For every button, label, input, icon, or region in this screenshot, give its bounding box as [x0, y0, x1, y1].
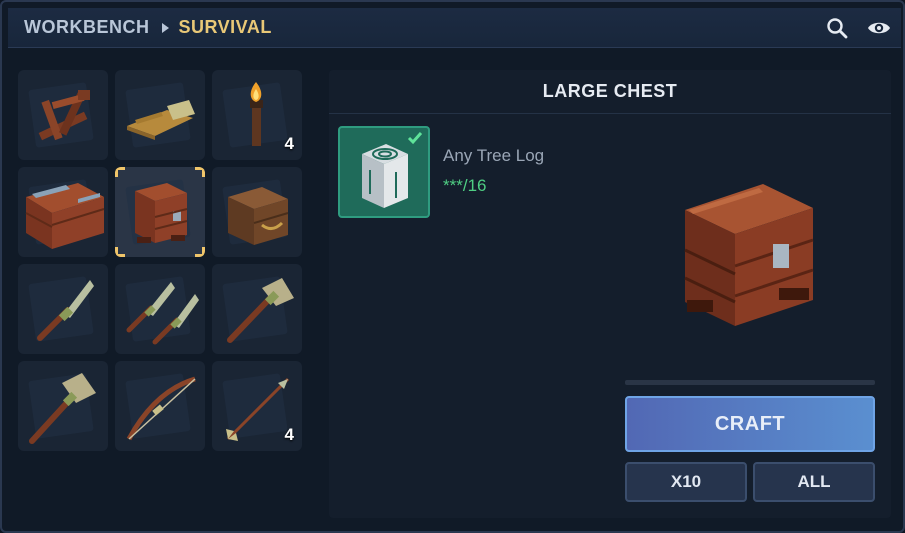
header-bar: WORKBENCH SURVIVAL	[8, 8, 901, 48]
ingredient-count: ***/16	[443, 176, 487, 195]
large-chest-icon	[135, 183, 188, 243]
small-chest-icon	[228, 187, 289, 245]
breadcrumb-arrow-icon	[161, 22, 169, 33]
grid-item-stone-knife[interactable]	[18, 264, 108, 354]
grid-item-catapult[interactable]	[18, 70, 108, 160]
bedroll-icon	[127, 100, 195, 140]
eye-icon[interactable]	[867, 16, 891, 40]
grid-item-stone-axe[interactable]	[212, 264, 302, 354]
item-quantity: 4	[284, 134, 294, 153]
recipe-title: LARGE CHEST	[329, 70, 891, 114]
dual-stone-knives-icon	[126, 282, 199, 345]
grid-item-wooden-bow[interactable]	[115, 361, 205, 451]
ingredient-name: Any Tree Log	[443, 146, 545, 165]
recipe-grid: 4 4	[18, 70, 308, 456]
catapult-icon	[38, 90, 90, 141]
craft-progress-bar	[625, 380, 875, 385]
craft-x10-button[interactable]: X10	[625, 462, 747, 502]
grid-item-dual-stone-knives[interactable]	[115, 264, 205, 354]
grid-item-small-chest[interactable]	[212, 167, 302, 257]
wooden-bow-icon	[126, 376, 196, 441]
checkmark-icon	[407, 132, 423, 145]
grid-item-arrow[interactable]: 4	[212, 361, 302, 451]
item-quantity: 4	[284, 425, 294, 444]
grid-item-large-chest[interactable]	[115, 167, 205, 257]
breadcrumb-survival: SURVIVAL	[178, 17, 272, 37]
stone-axe-icon	[227, 278, 294, 343]
stone-knife-icon	[37, 280, 94, 341]
workbench-window: WORKBENCH SURVIVAL 4 4 LARGE CHEST Any T…	[0, 0, 905, 533]
wide-chest-icon	[25, 183, 105, 249]
grid-item-bedroll[interactable]	[115, 70, 205, 160]
craft-all-button[interactable]: ALL	[753, 462, 875, 502]
grid-item-stone-hammer[interactable]	[18, 361, 108, 451]
ingredient-slot[interactable]	[338, 126, 430, 218]
stone-hammer-icon	[29, 373, 96, 444]
grid-item-wide-chest[interactable]	[18, 167, 108, 257]
craft-button[interactable]: CRAFT	[625, 396, 875, 452]
breadcrumb-workbench[interactable]: WORKBENCH	[24, 17, 150, 38]
recipe-detail-panel: LARGE CHEST Any Tree Log ***/16 CRAFT X1…	[329, 70, 891, 518]
grid-item-torch[interactable]: 4	[212, 70, 302, 160]
search-icon[interactable]	[825, 16, 849, 40]
large-chest-preview-icon	[684, 184, 814, 326]
